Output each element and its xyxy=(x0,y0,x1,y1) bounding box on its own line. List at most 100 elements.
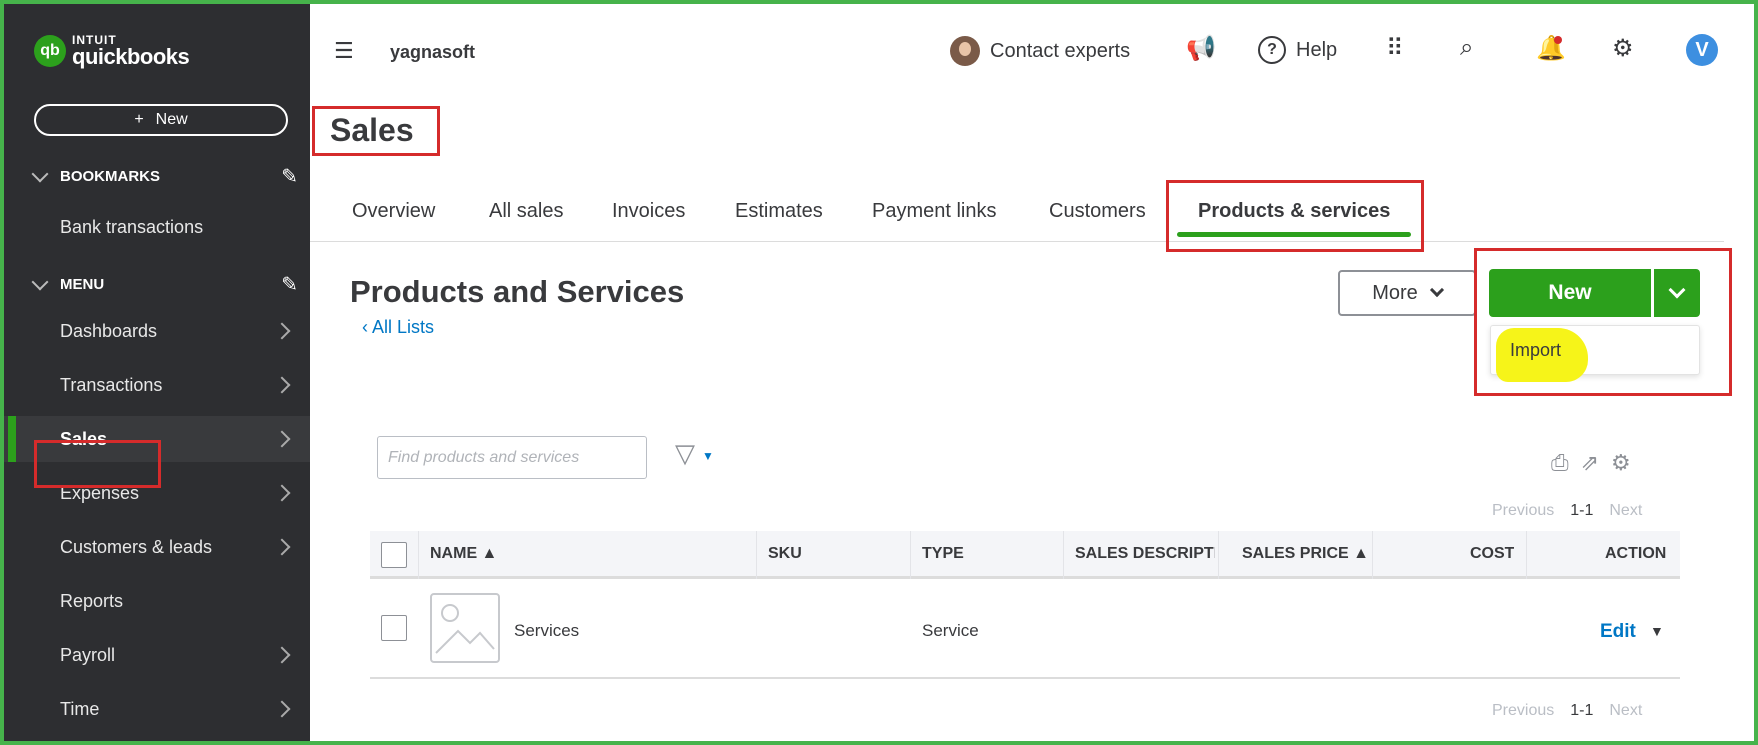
tab-bar: Overview All sales Invoices Estimates Pa… xyxy=(310,196,1724,242)
chevron-down-icon xyxy=(1429,282,1444,298)
help-label: Help xyxy=(1296,38,1338,61)
sidebar: qb INTUIT quickbooks + New BOOKMARKS ✎ B… xyxy=(4,4,310,741)
more-label: More xyxy=(1372,281,1418,304)
row-name: Services xyxy=(514,621,580,640)
sidebar-item-customers-leads[interactable]: Customers & leads xyxy=(4,524,310,570)
plus-icon: + xyxy=(134,111,144,128)
edit-link[interactable]: Edit xyxy=(1600,621,1636,643)
chevron-down-icon xyxy=(1668,281,1686,299)
row-checkbox[interactable] xyxy=(381,615,407,641)
chevron-down-icon xyxy=(31,165,49,182)
tab-payment-links[interactable]: Payment links xyxy=(872,200,997,223)
help-button[interactable]: ? Help xyxy=(1258,36,1337,64)
sidebar-item-bank-transactions[interactable]: Bank transactions xyxy=(4,204,310,250)
user-avatar[interactable]: V xyxy=(1686,34,1718,66)
sidebar-item-label: Customers & leads xyxy=(60,536,213,557)
print-icon[interactable]: ⎙ xyxy=(1551,450,1569,476)
page-range: 1-1 xyxy=(1570,502,1594,519)
tab-all-sales[interactable]: All sales xyxy=(489,200,563,223)
table-header: NAME ▲ SKU TYPE SALES DESCRIPTION SALES … xyxy=(370,531,1680,579)
tab-invoices[interactable]: Invoices xyxy=(612,200,685,223)
chevron-right-icon xyxy=(273,322,291,340)
chevron-right-icon xyxy=(273,484,291,502)
chevron-right-icon xyxy=(273,700,291,718)
row-action-caret-icon[interactable]: ▼ xyxy=(1650,623,1664,639)
pager-top: Previous 1-1 Next xyxy=(1492,502,1642,520)
pencil-icon[interactable]: ✎ xyxy=(281,272,298,297)
row-type: Service xyxy=(922,621,979,640)
filter-icon[interactable]: ▽ xyxy=(675,438,695,469)
sidebar-item-label: Expenses xyxy=(60,482,140,503)
sidebar-item-expenses[interactable]: Expenses xyxy=(4,470,310,516)
quickbooks-logo[interactable]: qb INTUIT quickbooks xyxy=(34,34,190,69)
chevron-right-icon xyxy=(273,538,291,556)
export-icon[interactable]: ⇗ xyxy=(1581,450,1599,476)
bookmarks-label: BOOKMARKS xyxy=(60,168,160,185)
new-dropdown-toggle[interactable] xyxy=(1654,269,1700,317)
chevron-right-icon xyxy=(273,376,291,394)
filter-caret-icon[interactable]: ▼ xyxy=(702,449,714,463)
all-lists-label: All Lists xyxy=(372,317,435,337)
page-range: 1-1 xyxy=(1570,702,1594,719)
sidebar-item-time[interactable]: Time xyxy=(4,686,310,732)
chevron-right-icon xyxy=(273,430,291,448)
question-icon: ? xyxy=(1258,36,1286,64)
all-lists-link[interactable]: ‹ All Lists xyxy=(362,317,434,338)
gear-icon[interactable]: ⚙ xyxy=(1611,450,1631,476)
image-placeholder-icon[interactable] xyxy=(430,593,500,663)
sidebar-item-label: Time xyxy=(60,698,100,719)
tab-customers[interactable]: Customers xyxy=(1049,200,1146,223)
contact-experts-label: Contact experts xyxy=(990,39,1131,62)
chevron-right-icon xyxy=(273,646,291,664)
page-title: Sales xyxy=(330,112,414,148)
sidebar-item-label: Reports xyxy=(60,590,124,611)
top-bar: ☰ yagnasoft Contact experts 📢 ? Help ⠿ ⌕… xyxy=(310,4,1754,84)
select-all-checkbox[interactable] xyxy=(381,542,407,568)
sidebar-item-dashboards[interactable]: Dashboards xyxy=(4,308,310,354)
pencil-icon[interactable]: ✎ xyxy=(281,164,298,189)
tab-overview[interactable]: Overview xyxy=(352,200,435,223)
contact-experts-button[interactable]: Contact experts xyxy=(950,36,1130,66)
column-name[interactable]: NAME ▲ xyxy=(430,545,497,563)
qb-logo-icon: qb xyxy=(34,35,66,67)
sidebar-item-payroll[interactable]: Payroll xyxy=(4,632,310,678)
sidebar-item-label: Transactions xyxy=(60,374,163,395)
column-type[interactable]: TYPE xyxy=(922,545,964,563)
search-icon[interactable]: ⌕ xyxy=(1460,34,1473,62)
sidebar-item-transactions[interactable]: Transactions xyxy=(4,362,310,408)
sidebar-item-reports[interactable]: Reports xyxy=(4,578,310,624)
column-sku[interactable]: SKU xyxy=(768,545,802,563)
import-menu-item[interactable]: Import xyxy=(1510,340,1561,361)
sidebar-item-label: Sales xyxy=(60,428,108,449)
new-product-button[interactable]: New xyxy=(1489,269,1651,317)
tab-products-services[interactable]: Products & services xyxy=(1198,200,1390,223)
active-tab-indicator xyxy=(1177,232,1411,237)
column-cost[interactable]: COST xyxy=(1470,545,1514,563)
search-input[interactable]: Find products and services xyxy=(377,436,647,479)
column-sales-description[interactable]: SALES DESCRIPTION xyxy=(1075,545,1215,563)
sidebar-new-button[interactable]: + New xyxy=(34,104,288,136)
gear-icon[interactable]: ⚙ xyxy=(1612,34,1634,63)
next-link[interactable]: Next xyxy=(1609,502,1642,520)
company-name: yagnasoft xyxy=(390,42,476,62)
sidebar-item-label: Dashboards xyxy=(60,320,158,341)
column-sales-price[interactable]: SALES PRICE ▲ xyxy=(1242,545,1369,563)
notification-dot xyxy=(1554,36,1562,44)
menu-header[interactable]: MENU ✎ xyxy=(28,272,298,297)
table-row: Services Service Edit ▼ xyxy=(370,581,1680,679)
sidebar-item-sales[interactable]: Sales xyxy=(4,416,310,462)
logo-quickbooks-text: quickbooks xyxy=(72,44,190,69)
more-button[interactable]: More xyxy=(1338,270,1476,316)
megaphone-icon[interactable]: 📢 xyxy=(1186,34,1216,63)
chevron-down-icon xyxy=(31,273,49,290)
pager-bottom: Previous 1-1 Next xyxy=(1492,702,1642,720)
sidebar-item-label: Bank transactions xyxy=(60,216,204,237)
tab-estimates[interactable]: Estimates xyxy=(735,200,823,223)
bookmarks-header[interactable]: BOOKMARKS ✎ xyxy=(28,164,298,189)
hamburger-menu-icon[interactable]: ☰ xyxy=(334,38,354,64)
apps-grid-icon[interactable]: ⠿ xyxy=(1386,34,1404,63)
previous-link[interactable]: Previous xyxy=(1492,702,1554,720)
products-heading: Products and Services xyxy=(350,274,685,309)
next-link[interactable]: Next xyxy=(1609,702,1642,720)
previous-link[interactable]: Previous xyxy=(1492,502,1554,520)
